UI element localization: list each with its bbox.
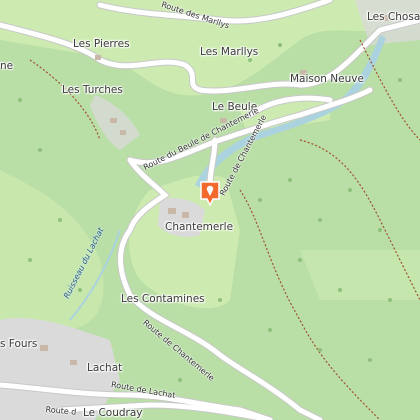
place-label-maison-neuve: Maison Neuve	[290, 73, 364, 85]
place-label-le-coudray: Le Coudray	[83, 407, 143, 419]
map-view[interactable]: Les Chosal Les Pierres Les Marllys Maiso…	[0, 0, 420, 420]
place-label-chantemerle: Chantemerle	[165, 221, 234, 233]
place-label-lachat: Lachat	[87, 362, 123, 374]
map-base	[0, 0, 420, 420]
place-label-les-contamines: Les Contamines	[121, 293, 205, 305]
place-label-les-marllys: Les Marllys	[200, 46, 259, 58]
place-label-edge-ne: ne	[0, 60, 14, 72]
location-marker[interactable]	[199, 180, 221, 207]
place-label-les-turches: Les Turches	[62, 84, 123, 96]
place-label-les-fours: s Fours	[0, 338, 38, 350]
pin-icon	[200, 181, 220, 207]
place-label-les-pierres: Les Pierres	[73, 38, 130, 50]
place-label-les-chosal: Les Chosal	[367, 11, 420, 23]
